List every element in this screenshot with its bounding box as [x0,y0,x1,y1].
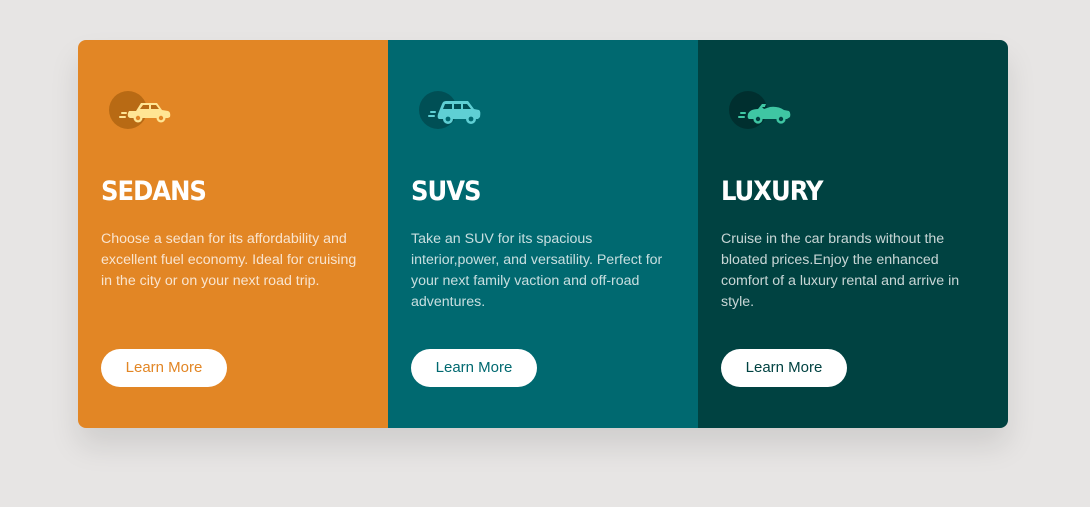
luxury-car-icon [728,90,792,130]
card-title: Sedans [101,176,207,207]
learn-more-button[interactable]: Learn More [101,349,227,387]
card-sedans: Sedans Choose a sedan for its affordabil… [78,40,388,428]
card-suvs: SUVs Take an SUV for its spacious interi… [388,40,698,428]
card-luxury: Luxury Cruise in the car brands without … [698,40,1008,428]
card-description: Take an SUV for its spacious interior,po… [411,231,663,310]
learn-more-button[interactable]: Learn More [411,349,537,387]
card-title: Luxury [721,176,824,207]
car-category-cards: Sedans Choose a sedan for its affordabil… [78,40,1008,428]
learn-more-button[interactable]: Learn More [721,349,847,387]
card-title: SUVs [411,176,482,207]
card-description: Choose a sedan for its affordability and… [101,231,357,289]
sedan-icon [108,90,172,130]
card-description: Cruise in the car brands without the blo… [721,231,960,310]
suv-icon [418,90,482,130]
